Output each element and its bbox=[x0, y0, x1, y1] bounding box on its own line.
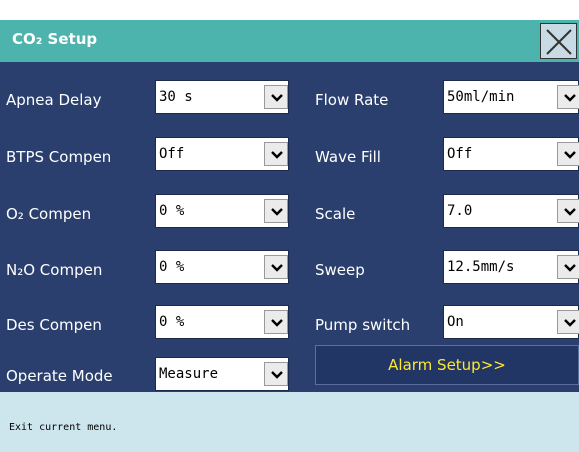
n2o-compen-value: 0 % bbox=[159, 259, 185, 275]
dropdown-button[interactable] bbox=[264, 199, 288, 223]
btps-compen-select[interactable]: Off bbox=[155, 137, 289, 171]
sweep-label: Sweep bbox=[315, 261, 365, 279]
o2-compen-select[interactable]: 0 % bbox=[155, 194, 289, 228]
apnea-delay-value: 30 s bbox=[159, 89, 193, 105]
chevron-down-icon bbox=[564, 151, 576, 159]
des-compen-select[interactable]: 0 % bbox=[155, 305, 289, 339]
dropdown-button[interactable] bbox=[264, 142, 288, 166]
chevron-down-icon bbox=[564, 208, 576, 216]
dropdown-button[interactable] bbox=[557, 255, 579, 279]
chevron-down-icon bbox=[271, 264, 283, 272]
flow-rate-label: Flow Rate bbox=[315, 91, 389, 109]
chevron-down-icon bbox=[271, 94, 283, 102]
status-text: Exit current menu. bbox=[9, 422, 118, 433]
dropdown-button[interactable] bbox=[557, 199, 579, 223]
n2o-compen-select[interactable]: 0 % bbox=[155, 250, 289, 284]
alarm-setup-button[interactable]: Alarm Setup>> bbox=[315, 345, 579, 385]
chevron-down-icon bbox=[271, 371, 283, 379]
chevron-down-icon bbox=[271, 319, 283, 327]
chevron-down-icon bbox=[564, 319, 576, 327]
dropdown-button[interactable] bbox=[264, 255, 288, 279]
dropdown-button[interactable] bbox=[557, 142, 579, 166]
n2o-compen-label: N₂O Compen bbox=[6, 261, 103, 279]
dropdown-button[interactable] bbox=[557, 85, 579, 109]
chevron-down-icon bbox=[564, 94, 576, 102]
operate-mode-label: Operate Mode bbox=[6, 367, 113, 385]
pump-switch-select[interactable]: On bbox=[443, 305, 579, 339]
des-compen-value: 0 % bbox=[159, 314, 185, 330]
scale-label: Scale bbox=[315, 205, 356, 223]
wave-fill-label: Wave Fill bbox=[315, 148, 381, 166]
sweep-value: 12.5mm/s bbox=[447, 259, 515, 275]
pump-switch-label: Pump switch bbox=[315, 316, 411, 334]
settings-panel: Apnea Delay 30 s BTPS Compen Off O₂ Comp… bbox=[0, 62, 579, 392]
o2-compen-value: 0 % bbox=[159, 203, 185, 219]
pump-switch-value: On bbox=[447, 314, 464, 330]
chevron-down-icon bbox=[271, 208, 283, 216]
wave-fill-select[interactable]: Off bbox=[443, 137, 579, 171]
btps-compen-label: BTPS Compen bbox=[6, 148, 112, 166]
btps-compen-value: Off bbox=[159, 146, 185, 162]
apnea-delay-select[interactable]: 30 s bbox=[155, 80, 289, 114]
flow-rate-value: 50ml/min bbox=[447, 89, 515, 105]
status-bar: Exit current menu. bbox=[0, 392, 579, 452]
close-icon bbox=[546, 29, 572, 55]
flow-rate-select[interactable]: 50ml/min bbox=[443, 80, 579, 114]
close-button[interactable] bbox=[540, 23, 577, 59]
wave-fill-value: Off bbox=[447, 146, 473, 162]
dropdown-button[interactable] bbox=[264, 362, 288, 386]
apnea-delay-label: Apnea Delay bbox=[6, 91, 102, 109]
dropdown-button[interactable] bbox=[557, 310, 579, 334]
scale-value: 7.0 bbox=[447, 203, 473, 219]
window-title: CO₂ Setup bbox=[12, 30, 98, 48]
chevron-down-icon bbox=[564, 264, 576, 272]
dropdown-button[interactable] bbox=[264, 310, 288, 334]
dropdown-button[interactable] bbox=[264, 85, 288, 109]
des-compen-label: Des Compen bbox=[6, 316, 102, 334]
operate-mode-value: Measure bbox=[159, 366, 219, 382]
scale-select[interactable]: 7.0 bbox=[443, 194, 579, 228]
sweep-select[interactable]: 12.5mm/s bbox=[443, 250, 579, 284]
operate-mode-select[interactable]: Measure bbox=[155, 357, 289, 391]
title-bar: CO₂ Setup bbox=[0, 20, 579, 62]
o2-compen-label: O₂ Compen bbox=[6, 205, 92, 223]
chevron-down-icon bbox=[271, 151, 283, 159]
